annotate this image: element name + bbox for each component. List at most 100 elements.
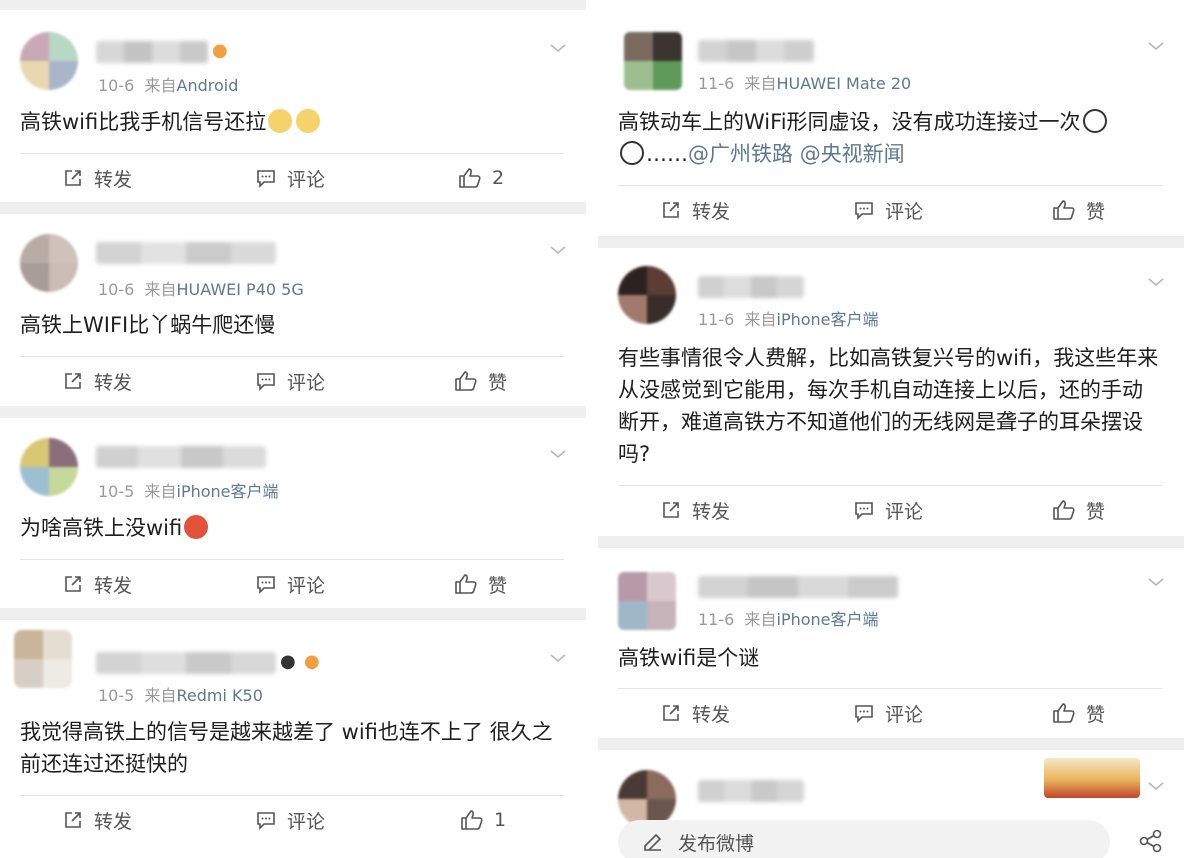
comment-button[interactable]: 评论 [853,185,923,235]
comment-button[interactable]: 评论 [255,356,325,406]
chevron-down-icon[interactable] [550,650,566,666]
post-meta: 11-6 来自iPhone客户端 [698,310,879,329]
repost-button[interactable]: 转发 [62,795,132,845]
share-out-icon [663,502,679,518]
repost-button[interactable]: 转发 [62,356,132,406]
source-link[interactable]: HUAWEI Mate 20 [777,74,912,93]
chevron-down-icon[interactable] [1148,574,1164,590]
share-out-icon [65,576,81,592]
username-blurred[interactable] [698,576,898,598]
comment-button[interactable]: 评论 [853,688,923,738]
post-meta: 10-6 来自HUAWEI P40 5G [98,280,304,299]
source-link[interactable]: iPhone客户端 [777,610,879,629]
avatar[interactable] [20,234,78,292]
post-meta: 10-5 来自Redmi K50 [98,686,263,705]
post-card[interactable]: 10-5 来自iPhone客户端 为啥高铁上没wifi 转发 评论 赞 [0,418,586,608]
post-meta: 10-6 来自Android [98,76,239,95]
like-button[interactable]: 1 [460,795,506,845]
comment-button[interactable]: 评论 [255,795,325,845]
like-button[interactable]: 2 [458,153,504,203]
avatar[interactable] [20,32,78,90]
post-card[interactable]: 10-6 来自HUAWEI P40 5G 高铁上WIFI比丫蜗牛爬还慢 转发 评… [0,214,586,406]
source-link[interactable]: iPhone客户端 [177,482,279,501]
post-card[interactable]: 11-6 来自HUAWEI Mate 20 高铁动车上的WiFi形同虚设，没有成… [598,0,1184,236]
username-blurred[interactable] [96,41,208,63]
avatar[interactable] [618,266,676,324]
like-button[interactable]: 赞 [1052,485,1105,535]
username-blurred[interactable] [96,446,266,468]
username-blurred[interactable] [698,276,804,298]
thumb-up-icon [1053,500,1075,520]
avatar[interactable] [624,32,682,90]
badge-icon: ● [304,651,320,672]
post-card[interactable]: 11-6 来自iPhone客户端 有些事情很令人费解，比如高铁复兴号的wifi，… [598,248,1184,536]
source-link[interactable]: iPhone客户端 [777,310,879,329]
comment-icon [257,170,275,188]
sweat-emoji-icon [268,109,293,133]
comment-button[interactable]: 评论 [255,559,325,609]
thumb-up-icon [455,574,477,594]
comment-button[interactable]: 评论 [255,153,325,203]
share-out-icon [65,373,81,389]
mention-link[interactable]: @央视新闻 [800,142,905,166]
share-network-icon[interactable] [1138,828,1164,854]
like-button[interactable]: 赞 [1052,688,1105,738]
post-text: 高铁wifi是个谜 [618,646,760,670]
like-button[interactable]: 赞 [1052,185,1105,235]
repost-button[interactable]: 转发 [660,185,730,235]
chevron-down-icon[interactable] [550,40,566,56]
share-out-icon [65,812,81,828]
chevron-down-icon[interactable] [550,446,566,462]
post-card[interactable]: ● ● 10-5 来自Redmi K50 我觉得高铁上的信号是越来越差了 wif… [0,620,586,858]
avatar[interactable] [618,572,676,630]
chevron-down-icon[interactable] [1148,274,1164,290]
comment-icon [855,705,873,723]
post-card[interactable]: ● 10-6 来自Android 高铁wifi比我手机信号还拉 转发 评论 2 [0,10,586,202]
thumb-up-icon [461,810,483,830]
avatar[interactable] [14,630,72,688]
repost-button[interactable]: 转发 [660,485,730,535]
repost-button[interactable]: 转发 [62,153,132,203]
compose-label: 发布微博 [678,832,755,855]
username-blurred[interactable] [698,780,804,802]
thumb-up-icon [1053,200,1075,220]
thumb-up-icon [455,371,477,391]
comment-icon [855,502,873,520]
panda-badge-icon: ● [280,651,296,672]
right-margin [1184,0,1200,858]
like-button[interactable]: 赞 [454,356,507,406]
chevron-down-icon[interactable] [1148,38,1164,54]
comment-icon [257,812,275,830]
post-card[interactable]: 11-6 来自iPhone客户端 高铁wifi是个谜 转发 评论 赞 [598,548,1184,738]
post-actions: 转发 评论 赞 [0,356,586,406]
post-actions: 转发 评论 2 [0,153,586,203]
like-button[interactable]: 赞 [454,559,507,609]
post-text: 有些事情很令人费解，比如高铁复兴号的wifi，我这些年来从没感觉到它能用，每次手… [618,346,1159,466]
post-actions: 转发 评论 1 [0,795,586,845]
username-blurred[interactable] [698,40,814,62]
source-link[interactable]: HUAWEI P40 5G [177,280,304,299]
post-text: 为啥高铁上没wifi [20,512,564,544]
avatar[interactable] [20,438,78,496]
mention-link[interactable]: @广州铁路 [688,142,793,166]
chevron-down-icon[interactable] [1148,778,1164,794]
chevron-down-icon[interactable] [550,242,566,258]
share-out-icon [663,705,679,721]
comment-icon [855,202,873,220]
repost-button[interactable]: 转发 [660,688,730,738]
source-link[interactable]: Android [177,76,239,95]
post-actions: 转发 评论 赞 [0,559,586,609]
source-link[interactable]: Redmi K50 [177,686,263,705]
right-feed-column: 11-6 来自HUAWEI Mate 20 高铁动车上的WiFi形同虚设，没有成… [598,0,1184,858]
crying-emoji-icon [620,141,644,165]
comment-button[interactable]: 评论 [853,485,923,535]
repost-button[interactable]: 转发 [62,559,132,609]
thumb-up-icon [1053,703,1075,723]
post-actions: 转发 评论 赞 [598,485,1184,535]
compose-bar[interactable]: 发布微博 [618,820,1110,858]
post-text: 高铁动车上的WiFi形同虚设，没有成功连接过一次 ……@广州铁路 @央视新闻 [618,106,1162,170]
sweat-emoji-icon [296,109,321,133]
username-blurred[interactable] [96,652,276,674]
username-blurred[interactable] [96,242,276,264]
great-wall-badge-icon [1044,758,1140,798]
